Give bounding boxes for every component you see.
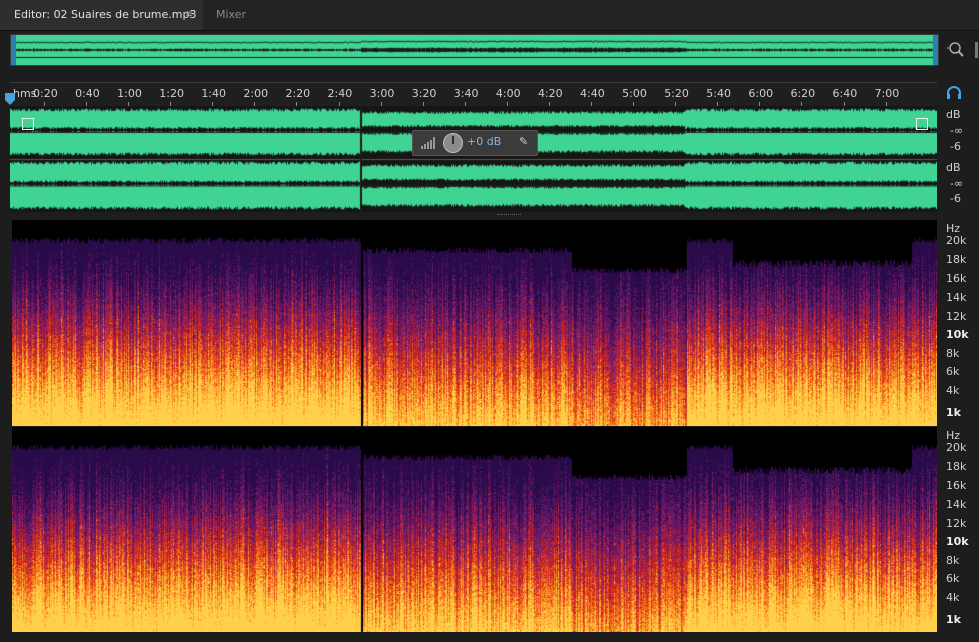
hz-tick-label: 8k [946, 554, 960, 567]
tab-mixer-label: Mixer [216, 8, 247, 21]
panel-edge-handle[interactable] [975, 42, 978, 58]
hz-tick-label: 16k [946, 479, 967, 492]
ruler-tick-label: 4:00 [495, 87, 521, 100]
hz-tick-label: 16k [946, 272, 967, 285]
hz-tick-label: 4k [946, 384, 960, 397]
horizontal-scrollbar[interactable] [10, 634, 940, 642]
volume-knob[interactable] [443, 133, 463, 153]
volume-hud[interactable]: +0 dB ✎ [412, 130, 538, 156]
frequency-scale-right: Hz 20k 18k 16k 14k 12k 10k 8k 6k 4k 1k [940, 427, 979, 632]
overview-left-handle[interactable] [11, 35, 16, 65]
zoom-icon[interactable] [947, 40, 965, 58]
ruler-tick-label: 3:00 [369, 87, 395, 100]
hz-tick-label: 8k [946, 347, 960, 360]
waveform-display[interactable] [10, 106, 937, 212]
hz-tick-label: 18k [946, 253, 967, 266]
tab-menu-icon[interactable]: ≡ [185, 0, 193, 30]
hz-tick-label: 18k [946, 460, 967, 473]
frequency-scale-left: Hz 20k 18k 16k 14k 12k 10k 8k 6k 4k 1k [940, 220, 979, 426]
time-ruler[interactable]: hms 0:20 0:40 1:00 1:20 1:40 2:00 2:20 2:40 3:00… [10, 82, 937, 107]
tab-editor-label: Editor: 02 Suaires de brume.mp3 [14, 8, 197, 21]
ruler-tick-label: 1:20 [159, 87, 184, 100]
neg-inf-label-bottom: -∞ [950, 177, 964, 190]
minus6-label-top: -6 [950, 140, 961, 153]
ruler-tick-label: 6:00 [748, 87, 774, 100]
ruler-tick-label: 4:20 [537, 87, 563, 100]
ruler-tick-label: 5:40 [706, 87, 731, 100]
hz-tick-label: 12k [946, 517, 967, 530]
ruler-tick-label: 1:40 [201, 87, 227, 100]
tab-mixer[interactable]: Mixer [204, 0, 264, 30]
ruler-tick-label: 5:20 [664, 87, 689, 100]
level-meter-icon [421, 137, 435, 149]
hz-tick-label: 10k [946, 328, 969, 341]
db-label-top: dB [946, 108, 961, 121]
ruler-tick-label: 2:40 [327, 87, 353, 100]
ruler-tick-label: 7:00 [874, 87, 900, 100]
minus6-label-bottom: -6 [950, 192, 961, 205]
spectrogram-right [12, 427, 937, 632]
fade-out-handle[interactable] [916, 118, 928, 130]
headphones-icon[interactable] [946, 86, 962, 100]
ruler-tick-label: 0:20 [33, 87, 58, 100]
document-tab-bar: Editor: 02 Suaires de brume.mp3 ≡ Mixer [0, 0, 979, 31]
ruler-tick-label: 3:40 [453, 87, 479, 100]
hz-tick-label: 6k [946, 572, 960, 585]
volume-value: +0 dB [467, 135, 502, 148]
playhead-marker[interactable] [4, 93, 16, 105]
ruler-tick-label: 3:20 [411, 87, 437, 100]
hz-tick-label: 12k [946, 310, 967, 323]
spectral-display-right[interactable] [12, 427, 937, 632]
hz-tick-label: 20k [946, 234, 967, 247]
tab-editor[interactable]: Editor: 02 Suaires de brume.mp3 ≡ [0, 0, 203, 30]
ruler-tick-label: 2:00 [243, 87, 269, 100]
overview-navigator[interactable] [10, 34, 939, 66]
fade-in-handle[interactable] [22, 118, 34, 130]
ruler-tick-label: 1:00 [117, 87, 142, 100]
db-label-bottom: dB [946, 161, 961, 174]
hz-tick-label: 1k [946, 613, 961, 626]
amplitude-scale: dB -∞ -6 dB -∞ -6 [940, 106, 979, 212]
divider-grip[interactable] [497, 214, 521, 218]
spectral-display-left[interactable] [12, 220, 937, 426]
hz-tick-label: 1k [946, 406, 961, 419]
ruler-tick-label: 0:40 [75, 87, 100, 100]
ruler-tick-label: 2:20 [285, 87, 311, 100]
overview-waveform [11, 35, 938, 65]
hz-tick-label: 20k [946, 441, 967, 454]
hz-tick-label: 14k [946, 498, 967, 511]
hz-tick-label: 4k [946, 591, 960, 604]
ruler-tick-label: 6:20 [790, 87, 816, 100]
pin-icon[interactable]: ✎ [519, 135, 528, 148]
hz-tick-label: 10k [946, 535, 969, 548]
hz-tick-label: 14k [946, 291, 967, 304]
panel-divider[interactable] [10, 212, 937, 220]
overview-right-handle[interactable] [933, 35, 938, 65]
ruler-tick-label: 6:40 [832, 87, 858, 100]
spectrogram-left [12, 220, 937, 426]
neg-inf-label-top: -∞ [950, 124, 964, 137]
stereo-waveform [10, 106, 937, 212]
hz-tick-label: 6k [946, 365, 960, 378]
ruler-tick-label: 4:40 [580, 87, 605, 100]
ruler-tick-label: 5:00 [622, 87, 647, 100]
